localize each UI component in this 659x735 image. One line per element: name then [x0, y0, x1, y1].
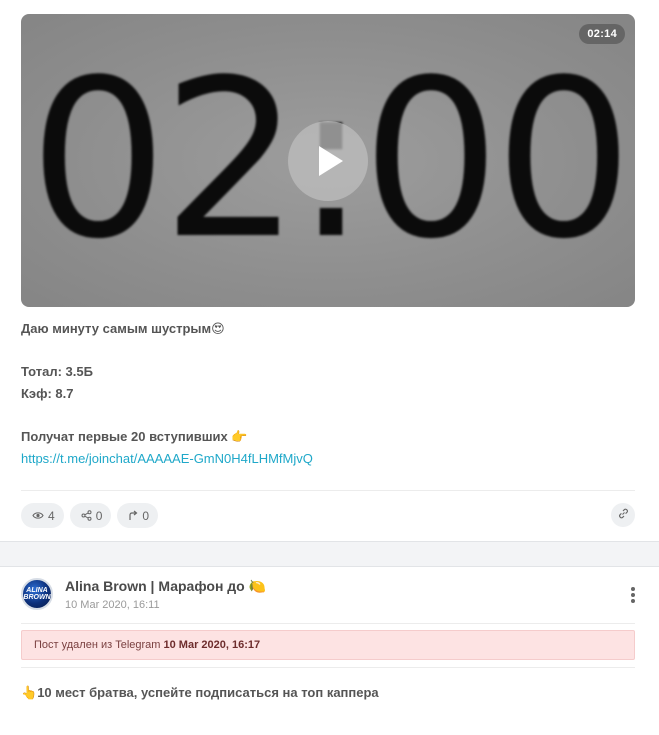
video-duration-badge: 02:14: [579, 24, 625, 44]
feed-separator: [0, 541, 659, 567]
eye-icon: [32, 511, 44, 520]
deleted-notice-banner: Пост удален из Telegram 10 Mar 2020, 16:…: [21, 630, 635, 660]
share-icon: [81, 510, 92, 521]
avatar[interactable]: ALINA BROWN: [21, 578, 53, 610]
views-count: 4: [48, 508, 55, 523]
post-text: 👆10 мест братва, успейте подписаться на …: [21, 685, 379, 701]
shares-count: 0: [95, 508, 103, 523]
post-text-line: Даю минуту самым шустрым😍: [21, 321, 225, 337]
post-text-total: Тотал: 3.5Б: [21, 364, 93, 379]
more-vertical-icon: [631, 587, 635, 591]
forward-arrow-icon: [128, 510, 138, 521]
post-card: 02:00 02:14 Даю минуту самым шустрым😍 То…: [0, 0, 659, 541]
post-text-coef: Кэф: 8.7: [21, 386, 74, 401]
forwards-count: 0: [142, 508, 150, 523]
shares-counter[interactable]: 0: [69, 503, 112, 528]
views-counter[interactable]: 4: [21, 503, 64, 528]
post-stats: 4 0 0: [21, 503, 159, 528]
post-menu-button[interactable]: [626, 585, 640, 605]
play-icon: [319, 146, 343, 176]
copy-link-button[interactable]: [611, 503, 635, 527]
forwards-counter[interactable]: 0: [117, 503, 159, 528]
post-text-join: Получат первые 20 вступивших 👉: [21, 429, 248, 445]
invite-link[interactable]: https://t.me/joinchat/AAAAAE-GmN0H4fLHMf…: [21, 451, 313, 466]
heart-eyes-emoji: 😍: [211, 322, 225, 337]
video-player[interactable]: 02:00 02:14: [21, 14, 635, 307]
divider: [21, 667, 635, 668]
point-right-emoji: 👉: [231, 430, 248, 445]
post-date: 10 Мar 2020, 16:11: [65, 599, 160, 611]
channel-name[interactable]: Alina Brown | Марафон до 🍋: [65, 578, 266, 595]
avatar-logo-text: ALINA BROWN: [23, 587, 51, 601]
divider: [21, 623, 635, 624]
deleted-notice-text: Пост удален из Telegram: [34, 639, 161, 651]
post-text: Даю минуту самым шустрым😍 Тотал: 3.5Б Кэ…: [21, 318, 635, 470]
point-up-emoji: 👆: [21, 686, 38, 701]
lemon-emoji: 🍋: [248, 579, 267, 595]
play-button[interactable]: [288, 121, 368, 201]
divider: [21, 490, 635, 491]
post-card: ALINA BROWN Alina Brown | Марафон до 🍋 1…: [0, 567, 659, 735]
link-icon: [618, 506, 629, 524]
deleted-notice-time: 10 Mar 2020, 16:17: [163, 639, 261, 651]
